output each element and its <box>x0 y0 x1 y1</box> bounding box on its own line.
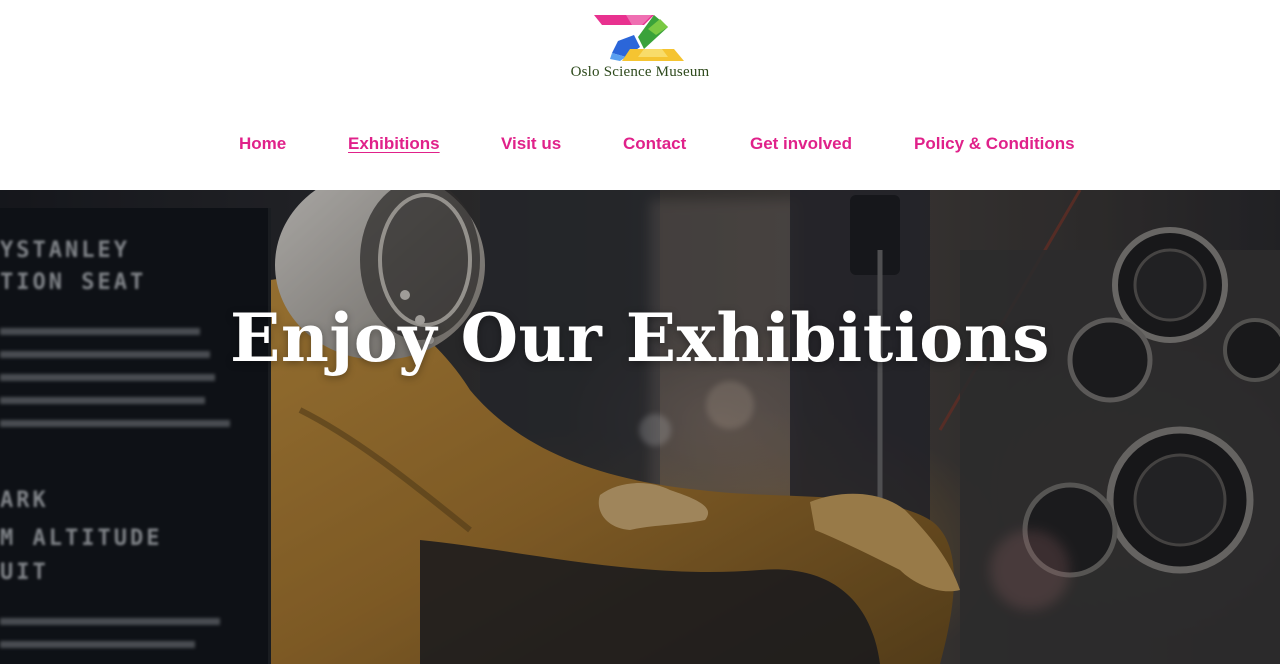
home-logo-link[interactable]: Oslo Science Museum <box>548 10 732 88</box>
main-nav: Home Exhibitions Visit us Contact Get in… <box>0 131 1280 159</box>
hero-banner: YSTANLEY TION SEAT ARK M ALTITUDE UIT En… <box>0 190 1280 664</box>
site-name: Oslo Science Museum <box>570 64 710 80</box>
nav-link-policy-conditions[interactable]: Policy & Conditions <box>914 131 1075 157</box>
hero-title: Enjoy Our Exhibitions <box>230 299 1050 377</box>
nav-link-get-involved[interactable]: Get involved <box>750 131 852 157</box>
site-header: Oslo Science Museum Home Exhibitions Vis… <box>0 0 1280 190</box>
nav-link-contact[interactable]: Contact <box>623 131 686 157</box>
museum-logo-icon <box>594 15 684 61</box>
nav-link-visit-us[interactable]: Visit us <box>501 131 561 157</box>
nav-link-home[interactable]: Home <box>239 131 286 157</box>
hero-dim-overlay <box>0 190 1280 664</box>
nav-link-exhibitions[interactable]: Exhibitions <box>348 131 440 157</box>
